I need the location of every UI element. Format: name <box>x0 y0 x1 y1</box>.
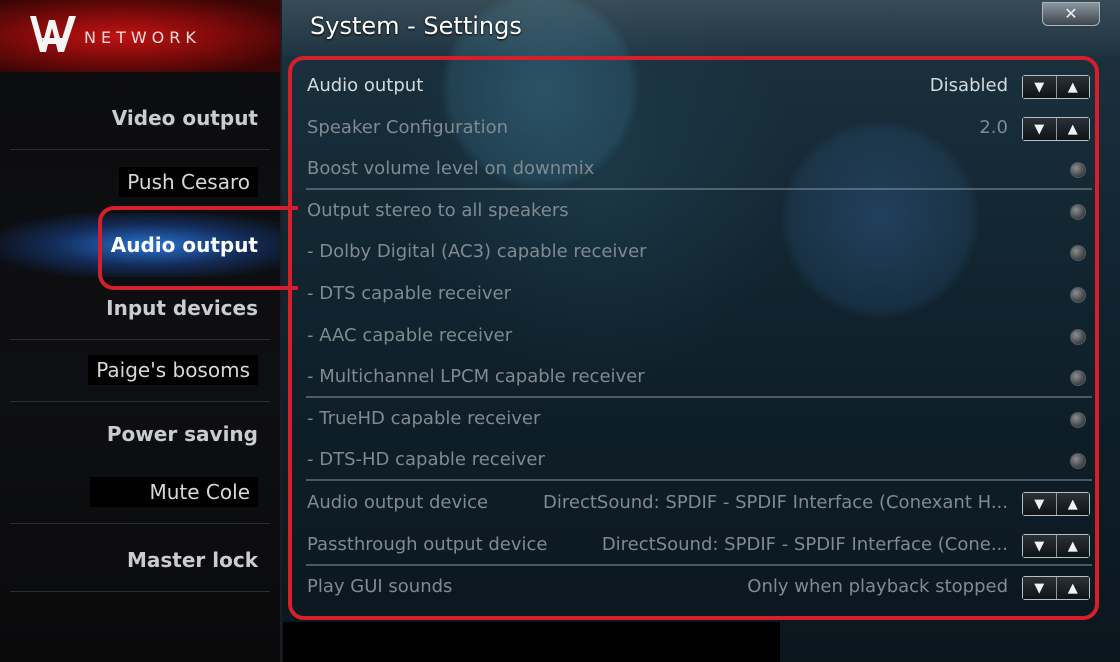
logo: NETWORK <box>0 0 280 72</box>
close-button[interactable]: ✕ <box>1042 2 1100 26</box>
divider <box>10 591 270 592</box>
page-title: System - Settings <box>310 12 522 40</box>
sidebar-item-label: Paige's bosoms <box>88 355 258 385</box>
sidebar-item-paiges-bosoms[interactable]: Paige's bosoms <box>0 338 280 402</box>
logo-text: NETWORK <box>84 28 201 47</box>
footer-bar <box>283 622 780 662</box>
sidebar-item-mute-cole[interactable]: Mute Cole <box>0 460 280 524</box>
sidebar-item-master-lock[interactable]: Master lock <box>0 528 280 592</box>
wwe-logo-icon <box>30 16 76 52</box>
sidebar-item-label: Input devices <box>106 296 258 320</box>
sidebar-item-power-saving[interactable]: Power saving <box>0 402 280 466</box>
sidebar-item-label: Master lock <box>126 548 258 572</box>
sidebar-highlight-outline <box>98 206 298 290</box>
sidebar-item-label: Mute Cole <box>89 477 258 507</box>
sidebar-item-label: Push Cesaro <box>119 167 258 197</box>
sidebar-item-label: Video output <box>111 106 258 130</box>
sidebar-item-video-output[interactable]: Video output <box>0 86 280 150</box>
settings-highlight-outline <box>288 56 1099 620</box>
sidebar-item-label: Power saving <box>106 422 258 446</box>
sidebar-item-push-cesaro[interactable]: Push Cesaro <box>0 150 280 214</box>
divider <box>10 523 270 524</box>
sidebar: NETWORK Video output Push Cesaro Audio o… <box>0 0 282 662</box>
